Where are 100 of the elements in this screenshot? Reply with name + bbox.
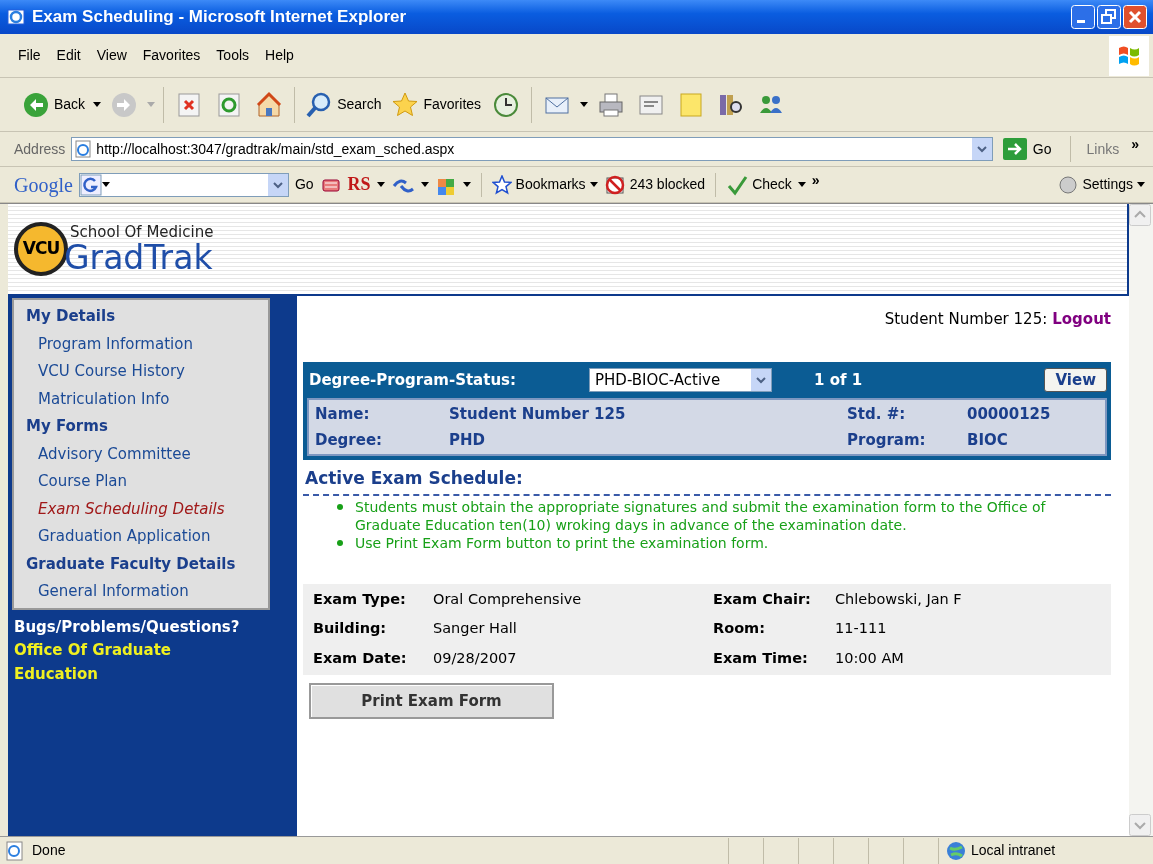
detail-value: 09/28/2007 xyxy=(433,649,518,668)
dropdown-arrow-icon[interactable] xyxy=(101,181,110,188)
dropdown-arrow-icon[interactable] xyxy=(376,181,385,188)
button-label: Back xyxy=(54,95,86,114)
menu-item[interactable]: Edit xyxy=(50,45,87,66)
detail-label: Exam Time: xyxy=(713,649,809,668)
address-field[interactable]: http://localhost:3047/gradtrak/main/std_exam_sched.aspx xyxy=(71,137,993,161)
settings-button[interactable]: Settings xyxy=(1058,174,1145,195)
program-label: Degree-Program-Status: xyxy=(309,369,517,391)
bullet-icon xyxy=(337,539,343,546)
button-label: 243 blocked xyxy=(629,175,706,194)
sidebar-link[interactable]: Graduation Application xyxy=(26,525,268,548)
sidebar-link[interactable]: Advisory Committee xyxy=(26,442,268,465)
field-label: Degree: xyxy=(315,429,384,451)
rs-button[interactable]: RS xyxy=(347,171,371,198)
window-title: Exam Scheduling - Microsoft Internet Explorer xyxy=(32,6,408,29)
go-button[interactable]: Go xyxy=(294,174,314,195)
detail-label: Exam Chair: xyxy=(713,589,812,609)
go-button[interactable]: Go xyxy=(998,138,1064,160)
field-value: BIOC xyxy=(967,429,1009,451)
google-logo: Google xyxy=(14,172,73,199)
chevron-button[interactable]: » xyxy=(811,170,820,191)
button-label: Go xyxy=(1032,139,1052,159)
dropdown-arrow-icon[interactable] xyxy=(797,181,806,188)
minimize-icon[interactable] xyxy=(1071,5,1095,29)
dropdown-arrow-icon xyxy=(1137,181,1145,188)
button-label: Settings xyxy=(1082,175,1133,194)
button-label: Favorites xyxy=(423,95,482,114)
sidebar-link[interactable]: General Information xyxy=(26,580,268,603)
school-name: School Of Medicine xyxy=(70,223,214,241)
sidebar-link[interactable]: Course Plan xyxy=(26,470,268,493)
button-label: Search xyxy=(337,95,382,114)
field-value: Student Number 125 xyxy=(449,404,627,425)
field-label: Std. #: xyxy=(847,404,907,425)
windows-flag-icon[interactable] xyxy=(1109,35,1149,76)
toolbar-button[interactable]: Favorites xyxy=(389,90,484,119)
toolbar-button[interactable]: Search xyxy=(303,90,384,119)
g-icon[interactable] xyxy=(79,173,102,196)
spell-check-button[interactable]: Check xyxy=(726,173,792,196)
dropdown-arrow-icon[interactable] xyxy=(93,101,102,108)
page-icon xyxy=(4,839,26,862)
detail-label: Building: xyxy=(313,619,388,639)
toolbar-button[interactable]: Back xyxy=(20,90,88,119)
printer-icon[interactable] xyxy=(597,90,626,119)
history-icon[interactable] xyxy=(492,90,521,119)
print-button[interactable]: Print Exam Form xyxy=(309,682,554,719)
dropdown-arrow-icon[interactable] xyxy=(462,181,471,188)
chevron-button[interactable]: » xyxy=(1125,133,1139,155)
home-icon[interactable] xyxy=(255,90,284,119)
links-button[interactable]: Links xyxy=(1076,138,1120,160)
sidebar-link[interactable]: Exam Scheduling Details xyxy=(26,497,268,520)
popup-blocker-button[interactable]: 243 blocked xyxy=(603,173,706,196)
note-text: Use Print Exam Form button to print the examination form. xyxy=(355,533,769,552)
view-button[interactable]: View xyxy=(1044,368,1107,392)
status-text: Done xyxy=(32,841,67,860)
record-count: 1 of 1 xyxy=(814,369,864,391)
bullet-icon xyxy=(337,503,343,510)
dropdown-arrow-icon[interactable] xyxy=(580,101,589,108)
program-select[interactable]: PHD-BIOC-Active xyxy=(589,368,772,392)
detail-value: 11-111 xyxy=(835,619,888,639)
dropdown-arrow-icon xyxy=(589,181,598,188)
section-heading: My Details xyxy=(26,306,117,327)
blocked-icon xyxy=(603,173,626,196)
sidebar-link[interactable]: VCU Course History xyxy=(26,360,268,383)
star-icon xyxy=(391,90,420,119)
section-heading: My Forms xyxy=(26,416,109,437)
field-label: Name: xyxy=(315,404,371,425)
logout-link[interactable]: Logout xyxy=(1052,308,1111,332)
close-icon[interactable] xyxy=(1123,5,1147,29)
detail-value: 10:00 AM xyxy=(835,649,905,668)
menu-item[interactable]: Tools xyxy=(210,45,256,66)
browser-icon[interactable] xyxy=(6,7,26,27)
detail-label: Room: xyxy=(713,619,766,639)
menu-item[interactable]: Favorites xyxy=(136,45,207,66)
star-icon xyxy=(491,174,512,195)
detail-value: Oral Comprehensive xyxy=(433,589,583,609)
detail-value: Chlebowski, Jan F xyxy=(835,589,963,609)
detail-value: Sanger Hall xyxy=(433,619,518,639)
bookmarks-button[interactable]: Bookmarks xyxy=(491,174,598,195)
button-label: Check xyxy=(752,175,792,194)
restore-icon[interactable] xyxy=(1097,5,1121,29)
globe-icon xyxy=(945,839,967,862)
menu-item[interactable]: Help xyxy=(259,45,300,66)
help-text: Bugs/Problems/Questions? xyxy=(13,616,241,638)
field-value: PHD xyxy=(449,429,486,451)
field-value: 00000125 xyxy=(967,404,1052,425)
section-title: Active Exam Schedule: xyxy=(304,467,524,490)
field-label: Program: xyxy=(847,429,927,451)
sidebar-link[interactable]: Program Information xyxy=(26,332,268,355)
search-field[interactable] xyxy=(78,172,289,197)
menu-item[interactable]: File xyxy=(12,45,47,66)
menu-item[interactable]: View xyxy=(90,45,133,66)
note-text: Students must obtain the appropriate signatures and submit the examination form to the Office of Graduate Education ten(10) wroking days in advance of the examination date. xyxy=(355,497,1047,534)
detail-label: Exam Date: xyxy=(313,649,408,668)
url-text: http://localhost:3047/gradtrak/main/std_exam_sched.aspx xyxy=(96,139,456,159)
help-link[interactable]: Office Of Graduate Education xyxy=(12,638,202,686)
page-icon xyxy=(74,140,93,158)
sidebar-link[interactable]: Matriculation Info xyxy=(26,387,268,410)
dropdown-arrow-icon[interactable] xyxy=(420,181,429,188)
zone-text: Local intranet xyxy=(971,841,1056,860)
